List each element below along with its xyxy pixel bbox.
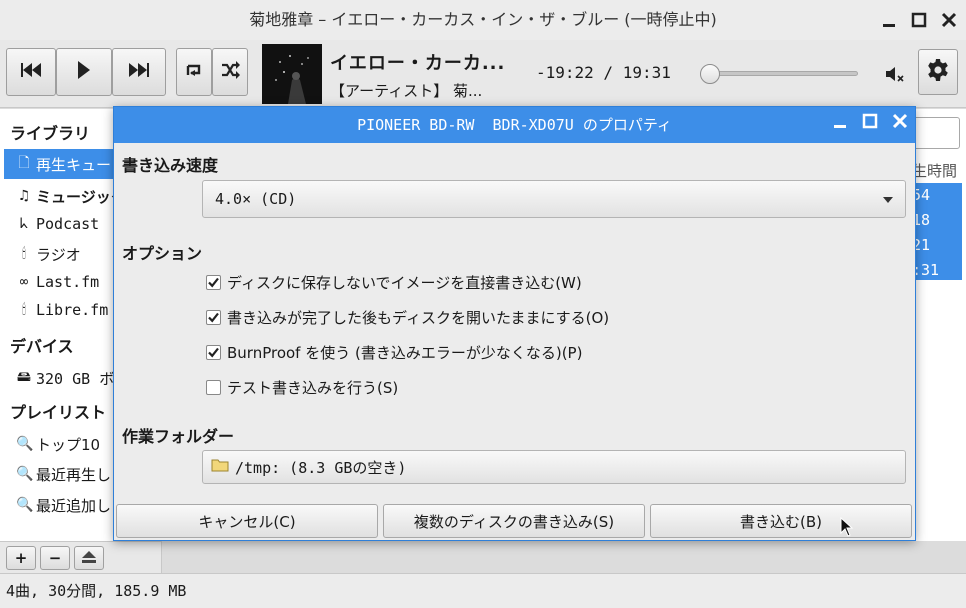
sidebar-item-label: 再生キュー (36, 155, 112, 174)
status-text: 4曲, 30分間, 185.9 MB (6, 582, 187, 600)
music-note-icon: ♫ (17, 188, 31, 204)
eject-button[interactable] (74, 546, 104, 570)
play-button[interactable] (56, 48, 112, 96)
maximize-icon[interactable] (910, 11, 928, 29)
multi-disc-button-label: 複数のディスクの書き込み(S) (413, 512, 615, 531)
column-header-duration[interactable]: 生時間 (912, 160, 957, 181)
speed-heading: 書き込み速度 (122, 156, 219, 175)
mute-icon[interactable] (884, 64, 906, 88)
minus-icon: − (48, 549, 62, 567)
folder-heading: 作業フォルダー (122, 427, 235, 446)
album-art[interactable] (262, 44, 322, 104)
seek-slider-handle[interactable] (700, 64, 720, 84)
search-icon: 🔍 (16, 466, 34, 482)
sidebar-item-label: ラジオ (36, 245, 81, 264)
radio-icon: 🕯 (22, 246, 26, 262)
track-duration: :31 (912, 261, 940, 279)
checkbox-checked-icon[interactable] (206, 274, 221, 290)
maximize-icon[interactable] (861, 107, 879, 143)
burn-button[interactable]: 書き込む(B) (650, 504, 912, 538)
repeat-button[interactable] (176, 48, 212, 96)
window-title: 菊地雅章 – イエロー・カーカス・イン・ザ・ブルー (一時停止中) (249, 10, 717, 29)
add-button[interactable]: + (6, 546, 36, 570)
search-icon: 🔍 (16, 436, 34, 452)
sidebar-item-label: Last.fm (36, 273, 100, 291)
status-bar: 4曲, 30分間, 185.9 MB (0, 573, 966, 608)
library-heading: ライブラリ (10, 124, 91, 143)
play-icon (76, 61, 92, 83)
gear-icon (926, 58, 950, 86)
sidebar-item-label: トップ10 (36, 435, 101, 454)
option-label: BurnProof を使う (書き込みエラーが少なくなる)(P) (227, 343, 583, 362)
drive-icon: 🖴 (16, 369, 32, 385)
next-button[interactable] (112, 48, 166, 96)
minimize-icon[interactable] (831, 107, 849, 143)
option-label: テスト書き込みを行う(S) (227, 378, 399, 397)
devices-heading: デバイス (10, 337, 74, 356)
minimize-icon[interactable] (880, 11, 898, 29)
search-icon: 🔍 (16, 497, 34, 513)
eject-icon (82, 549, 96, 567)
shuffle-icon (219, 59, 241, 85)
speed-select-value: 4.0× (CD) (215, 190, 297, 208)
options-heading: オプション (122, 244, 203, 263)
folder-icon (211, 458, 229, 476)
playlists-heading: プレイリスト (10, 403, 107, 422)
properties-dialog: PIONEER BD-RW BDR-XD07U のプロパティ 書き込み速度 4.… (113, 106, 916, 541)
sidebar-item-label: 320 GB ボ (36, 369, 115, 388)
lastfm-icon: ∞ (19, 274, 29, 290)
sidebar-item-label: Libre.fm (36, 301, 109, 319)
previous-button[interactable] (6, 48, 56, 96)
next-icon (127, 63, 151, 81)
option-burnproof[interactable]: BurnProof を使う (書き込みエラーが少なくなる)(P) (206, 339, 582, 365)
shuffle-button[interactable] (212, 48, 248, 96)
player-toolbar: イエロー・カーカ... 【アーティスト】 菊... -19:22 / 19:31 (0, 40, 966, 108)
chevron-down-icon (883, 197, 893, 203)
burn-button-label: 書き込む(B) (740, 512, 822, 531)
document-icon: 🗋 (18, 155, 30, 171)
sidebar-bottom-bar: + − (0, 541, 162, 573)
radio-icon: 🕯 (22, 302, 26, 318)
close-icon[interactable] (891, 107, 909, 143)
speed-select[interactable]: 4.0× (CD) (202, 180, 906, 218)
option-leave-open[interactable]: 書き込みが完了した後もディスクを開いたままにする(O) (206, 304, 609, 330)
cancel-button[interactable]: キャンセル(C) (116, 504, 378, 538)
option-test-write[interactable]: テスト書き込みを行う(S) (206, 374, 398, 400)
mouse-cursor-icon (840, 516, 854, 541)
remove-button[interactable]: − (40, 546, 70, 570)
seek-slider[interactable] (708, 71, 858, 76)
sidebar-item-label: 最近再生し (36, 465, 112, 484)
option-label: ディスクに保存しないでイメージを直接書き込む(W) (227, 273, 582, 292)
checkbox-checked-icon[interactable] (206, 309, 221, 325)
multi-disc-button[interactable]: 複数のディスクの書き込み(S) (383, 504, 645, 538)
work-folder-button[interactable]: /tmp: (8.3 GBの空き) (202, 450, 906, 484)
plus-icon: + (14, 549, 28, 567)
checkbox-checked-icon[interactable] (206, 344, 221, 360)
time-display[interactable]: -19:22 / 19:31 (536, 63, 671, 82)
work-folder-value: /tmp: (8.3 GBの空き) (235, 458, 407, 477)
dialog-title: PIONEER BD-RW BDR-XD07U のプロパティ (357, 116, 672, 134)
cancel-button-label: キャンセル(C) (198, 512, 296, 531)
track-title: イエロー・カーカ... (330, 53, 506, 74)
window-titlebar: 菊地雅章 – イエロー・カーカス・イン・ザ・ブルー (一時停止中) (0, 0, 966, 40)
repeat-icon (183, 59, 205, 85)
track-artist: 【アーティスト】 菊... (330, 82, 483, 100)
close-icon[interactable] (940, 11, 958, 29)
sidebar-item-label: Podcast (36, 215, 100, 233)
dialog-titlebar: PIONEER BD-RW BDR-XD07U のプロパティ (114, 107, 915, 143)
option-direct-write[interactable]: ディスクに保存しないでイメージを直接書き込む(W) (206, 269, 582, 295)
sidebar-item-label: 最近追加し (36, 496, 112, 515)
rss-icon: ᖾ (19, 216, 29, 232)
previous-icon (19, 63, 43, 81)
settings-button[interactable] (918, 49, 958, 95)
checkbox-unchecked-icon[interactable] (206, 379, 221, 395)
option-label: 書き込みが完了した後もディスクを開いたままにする(O) (227, 308, 610, 327)
